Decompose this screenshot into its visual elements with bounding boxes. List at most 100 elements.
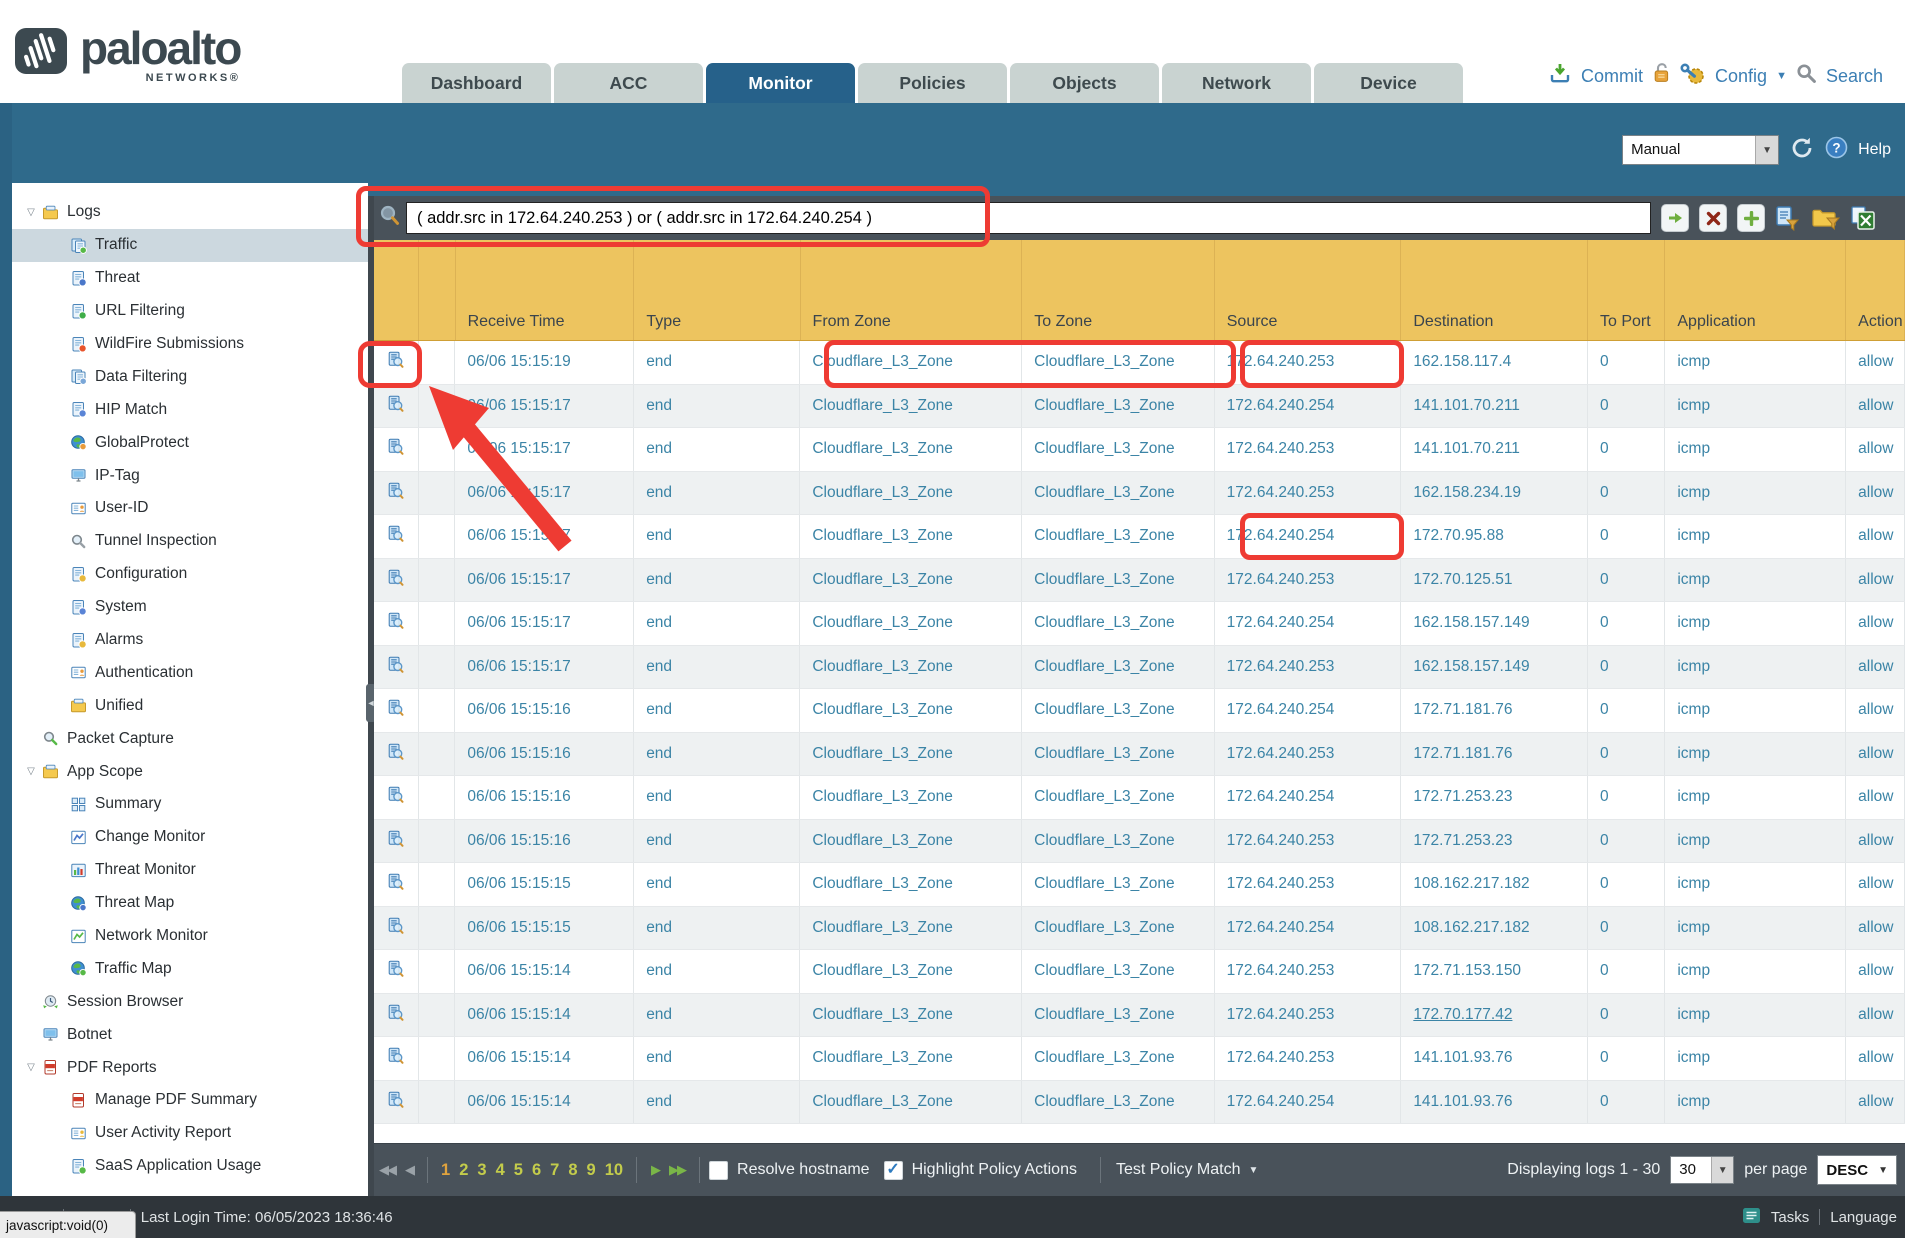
log-detail-icon[interactable] [387, 699, 404, 721]
lock-icon[interactable] [1652, 62, 1671, 90]
cell-to_port[interactable]: 0 [1588, 341, 1665, 384]
cell-to_zone[interactable]: Cloudflare_L3_Zone [1022, 559, 1215, 602]
cell-value[interactable]: end [646, 440, 672, 458]
sidebar-item-manage-pdf-summary[interactable]: Manage PDF Summary [12, 1084, 368, 1117]
cell-value[interactable]: 172.64.240.253 [1227, 1049, 1335, 1067]
cell-value[interactable]: Cloudflare_L3_Zone [812, 440, 952, 458]
cell-from_zone[interactable]: Cloudflare_L3_Zone [800, 1037, 1022, 1080]
sidebar-item-change-monitor[interactable]: Change Monitor [12, 821, 368, 854]
cell-to_port[interactable]: 0 [1588, 776, 1665, 819]
cell-value[interactable]: end [646, 484, 672, 502]
cell-value[interactable]: allow [1858, 875, 1893, 893]
cell-value[interactable]: end [646, 614, 672, 632]
cell-value[interactable]: 06/06 15:15:17 [467, 614, 570, 632]
cell-value[interactable]: allow [1858, 484, 1893, 502]
commit-button[interactable]: Commit [1581, 66, 1643, 87]
cell-value[interactable]: 0 [1600, 1093, 1609, 1111]
refresh-mode-select[interactable]: Manual ▼ [1622, 135, 1779, 165]
cell-value[interactable]: Cloudflare_L3_Zone [1034, 832, 1174, 850]
log-detail-cell[interactable] [374, 994, 419, 1037]
cell-from_zone[interactable]: Cloudflare_L3_Zone [800, 689, 1022, 732]
sidebar-item-session-browser[interactable]: Session Browser [12, 985, 368, 1018]
cell-value[interactable]: 06/06 15:15:14 [467, 1049, 570, 1067]
cell-application[interactable]: icmp [1665, 776, 1846, 819]
test-policy-match-button[interactable]: Test Policy Match ▼ [1116, 1161, 1258, 1179]
cell-to_port[interactable]: 0 [1588, 602, 1665, 645]
cell-from_zone[interactable]: Cloudflare_L3_Zone [800, 950, 1022, 993]
log-detail-cell[interactable] [374, 472, 419, 515]
help-icon[interactable]: ? [1825, 136, 1848, 164]
cell-value[interactable]: icmp [1677, 788, 1710, 806]
cell-application[interactable]: icmp [1665, 733, 1846, 776]
cell-value[interactable]: 06/06 15:15:19 [467, 353, 570, 371]
cell-destination[interactable]: 172.71.253.23 [1401, 776, 1588, 819]
cell-source[interactable]: 172.64.240.254 [1215, 689, 1402, 732]
log-detail-cell[interactable] [374, 428, 419, 471]
log-detail-cell[interactable] [374, 689, 419, 732]
cell-type[interactable]: end [634, 1081, 800, 1124]
cell-source[interactable]: 172.64.240.253 [1215, 472, 1402, 515]
cell-value[interactable]: Cloudflare_L3_Zone [1034, 1049, 1174, 1067]
cell-value[interactable]: Cloudflare_L3_Zone [812, 832, 952, 850]
cell-to_zone[interactable]: Cloudflare_L3_Zone [1022, 341, 1215, 384]
cell-value[interactable]: 0 [1600, 527, 1609, 545]
cell-value[interactable]: 06/06 15:15:17 [467, 527, 570, 545]
log-detail-cell[interactable] [374, 820, 419, 863]
cell-type[interactable]: end [634, 472, 800, 515]
cell-value[interactable]: icmp [1677, 962, 1710, 980]
cell-value[interactable]: allow [1858, 353, 1893, 371]
cell-action[interactable]: allow [1846, 1037, 1905, 1080]
cell-action[interactable]: allow [1846, 472, 1905, 515]
cell-value[interactable]: 06/06 15:15:17 [467, 658, 570, 676]
cell-value[interactable]: Cloudflare_L3_Zone [1034, 788, 1174, 806]
cell-to_port[interactable]: 0 [1588, 385, 1665, 428]
cell-value[interactable]: Cloudflare_L3_Zone [1034, 701, 1174, 719]
cell-destination[interactable]: 162.158.234.19 [1401, 472, 1588, 515]
cell-value[interactable]: icmp [1677, 875, 1710, 893]
cell-value[interactable]: Cloudflare_L3_Zone [812, 1049, 952, 1067]
column-header-from_zone[interactable]: From Zone [801, 240, 1023, 340]
cell-value[interactable]: Cloudflare_L3_Zone [812, 1093, 952, 1111]
cell-action[interactable]: allow [1846, 428, 1905, 471]
cell-value[interactable]: 06/06 15:15:17 [467, 571, 570, 589]
cell-value[interactable]: allow [1858, 962, 1893, 980]
cell-value[interactable]: 06/06 15:15:16 [467, 832, 570, 850]
cell-type[interactable]: end [634, 733, 800, 776]
cell-value[interactable]: Cloudflare_L3_Zone [1034, 527, 1174, 545]
prev-page-button[interactable]: ◀ [400, 1162, 418, 1178]
cell-value[interactable]: 172.64.240.253 [1227, 745, 1335, 763]
cell-value[interactable]: end [646, 832, 672, 850]
cell-source[interactable]: 172.64.240.254 [1215, 602, 1402, 645]
cell-application[interactable]: icmp [1665, 341, 1846, 384]
cell-value[interactable]: 172.64.240.254 [1227, 527, 1335, 545]
cell-receive_time[interactable]: 06/06 15:15:17 [455, 472, 634, 515]
cell-from_zone[interactable]: Cloudflare_L3_Zone [800, 428, 1022, 471]
expander-icon[interactable]: ▽ [20, 766, 42, 777]
cell-receive_time[interactable]: 06/06 15:15:17 [455, 385, 634, 428]
cell-value[interactable]: end [646, 788, 672, 806]
cell-value[interactable]: 172.64.240.254 [1227, 788, 1335, 806]
cell-source[interactable]: 172.64.240.253 [1215, 559, 1402, 602]
cell-value[interactable]: icmp [1677, 353, 1710, 371]
cell-value[interactable]: 0 [1600, 788, 1609, 806]
cell-value[interactable]: 06/06 15:15:16 [467, 701, 570, 719]
cell-value[interactable]: 172.64.240.254 [1227, 919, 1335, 937]
cell-from_zone[interactable]: Cloudflare_L3_Zone [800, 341, 1022, 384]
cell-to_zone[interactable]: Cloudflare_L3_Zone [1022, 689, 1215, 732]
column-header-source[interactable]: Source [1215, 240, 1402, 340]
tab-acc[interactable]: ACC [554, 63, 703, 103]
cell-action[interactable]: allow [1846, 1081, 1905, 1124]
page-number-8[interactable]: 8 [568, 1161, 577, 1180]
cell-action[interactable]: allow [1846, 689, 1905, 732]
cell-receive_time[interactable]: 06/06 15:15:15 [455, 863, 634, 906]
log-detail-icon[interactable] [387, 786, 404, 808]
cell-from_zone[interactable]: Cloudflare_L3_Zone [800, 559, 1022, 602]
column-header-destination[interactable]: Destination [1401, 240, 1588, 340]
cell-to_port[interactable]: 0 [1588, 1081, 1665, 1124]
sidebar-item-url-filtering[interactable]: URL Filtering [12, 295, 368, 328]
cell-to_port[interactable]: 0 [1588, 994, 1665, 1037]
cell-to_zone[interactable]: Cloudflare_L3_Zone [1022, 776, 1215, 819]
refresh-mode-caret-icon[interactable]: ▼ [1755, 136, 1778, 164]
cell-value[interactable]: allow [1858, 658, 1893, 676]
cell-value[interactable]: Cloudflare_L3_Zone [1034, 484, 1174, 502]
